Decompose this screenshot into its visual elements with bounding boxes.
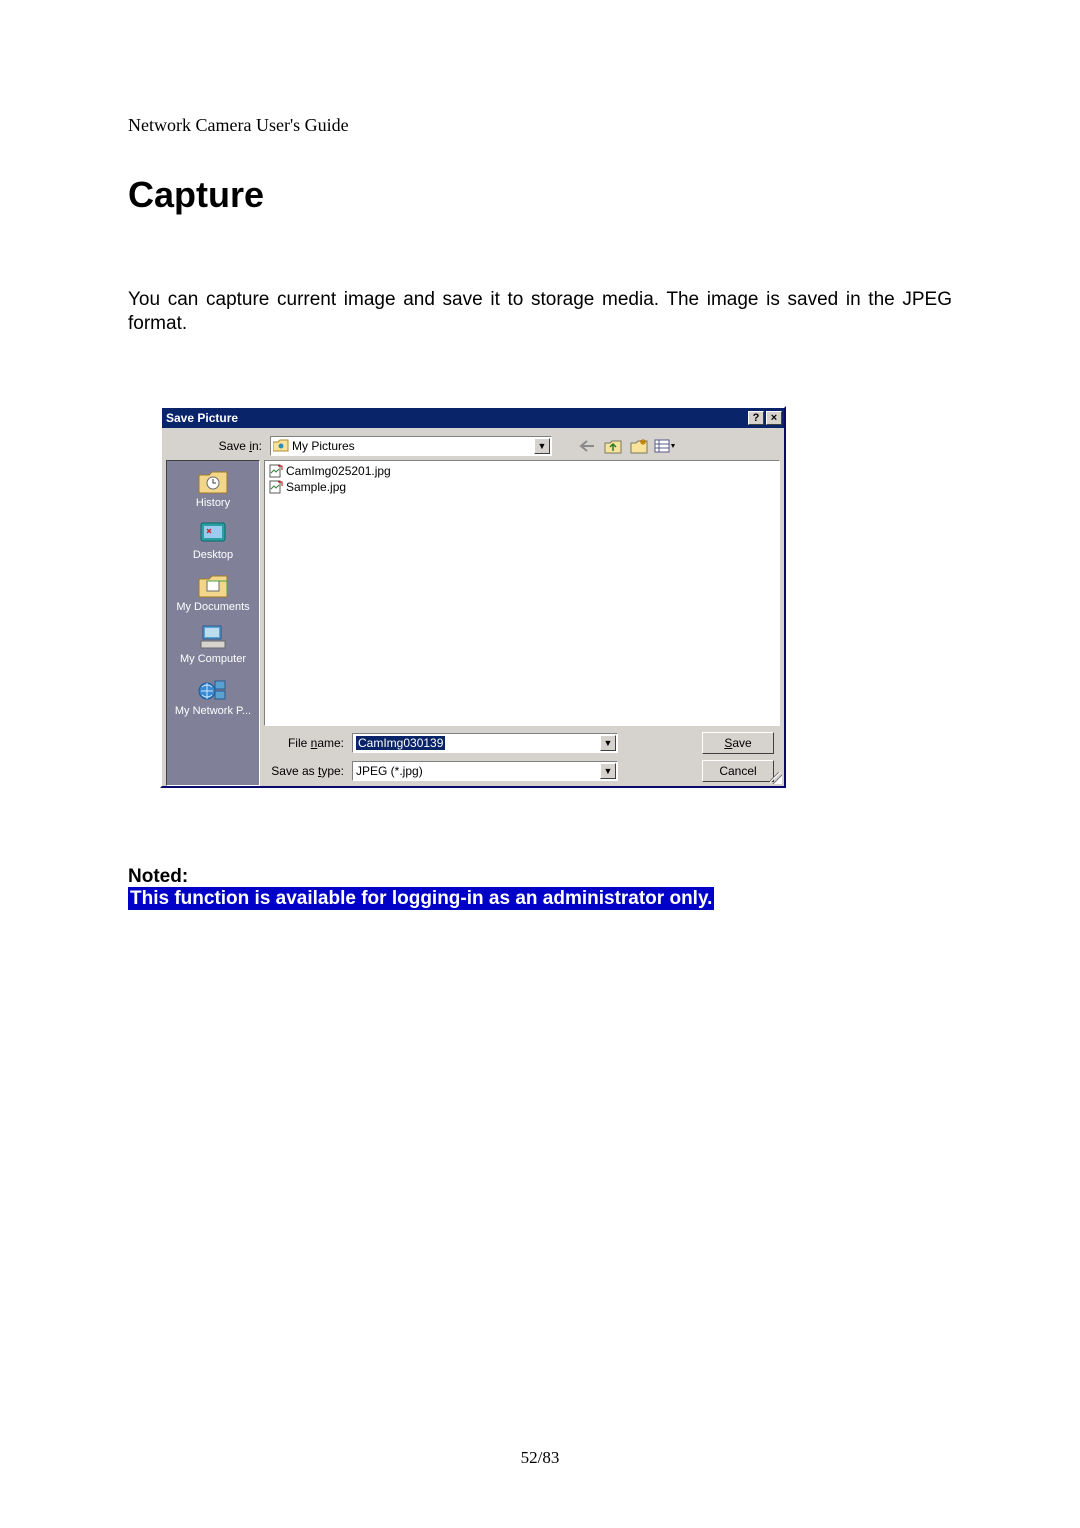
chevron-down-icon[interactable]: ▼ <box>600 763 616 779</box>
section-title: Capture <box>128 174 952 216</box>
file-name: CamImg025201.jpg <box>286 464 391 478</box>
file-row[interactable]: Sample.jpg <box>269 479 775 495</box>
save-button[interactable]: Save <box>702 732 774 754</box>
place-label: History <box>167 497 259 509</box>
save-in-value: My Pictures <box>292 439 355 453</box>
cancel-button[interactable]: Cancel <box>702 760 774 782</box>
place-history[interactable]: History <box>167 467 259 509</box>
filename-value: CamImg030139 <box>356 736 445 750</box>
back-icon[interactable] <box>576 436 598 456</box>
file-name: Sample.jpg <box>286 480 346 494</box>
new-folder-icon[interactable] <box>628 436 650 456</box>
place-my-computer[interactable]: My Computer <box>167 623 259 665</box>
place-my-network[interactable]: My Network P... <box>167 675 259 717</box>
savetype-value: JPEG (*.jpg) <box>356 764 423 778</box>
place-label: Desktop <box>167 549 259 561</box>
file-list[interactable]: CamImg025201.jpg Sample.jpg <box>264 460 780 726</box>
resize-grip-icon[interactable] <box>770 772 782 784</box>
close-button[interactable]: × <box>766 411 782 425</box>
place-desktop[interactable]: Desktop <box>167 519 259 561</box>
places-bar: History Desktop <box>166 460 260 786</box>
savetype-combo[interactable]: JPEG (*.jpg) ▼ <box>352 761 618 781</box>
section-body: You can capture current image and save i… <box>128 288 952 336</box>
up-one-level-icon[interactable] <box>602 436 624 456</box>
image-file-icon <box>269 480 283 494</box>
pictures-folder-icon <box>273 439 289 453</box>
dialog-title-text: Save Picture <box>166 411 238 425</box>
chevron-down-icon[interactable]: ▼ <box>600 735 616 751</box>
image-file-icon <box>269 464 283 478</box>
views-icon[interactable] <box>654 436 676 456</box>
noted-text: This function is available for logging-i… <box>128 887 714 910</box>
file-row[interactable]: CamImg025201.jpg <box>269 463 775 479</box>
dialog-titlebar: Save Picture ? × <box>162 408 784 428</box>
place-my-documents[interactable]: My Documents <box>167 571 259 613</box>
noted-label: Noted: <box>128 866 952 888</box>
save-in-combo[interactable]: My Pictures ▼ <box>270 436 552 456</box>
filename-label: File name: <box>266 736 346 750</box>
help-button[interactable]: ? <box>748 411 764 425</box>
chevron-down-icon[interactable]: ▼ <box>534 438 550 454</box>
filename-combo[interactable]: CamImg030139 ▼ <box>352 733 618 753</box>
place-label: My Documents <box>167 601 259 613</box>
savetype-label: Save as type: <box>266 764 346 778</box>
save-picture-dialog: Save Picture ? × Save in: My Pictures ▼ <box>160 406 786 788</box>
save-in-label: Save in: <box>168 439 264 453</box>
page-number: 52/83 <box>0 1448 1080 1468</box>
place-label: My Computer <box>167 653 259 665</box>
place-label: My Network P... <box>167 705 259 717</box>
document-header: Network Camera User's Guide <box>128 115 952 136</box>
save-button-rest: ave <box>732 736 751 750</box>
